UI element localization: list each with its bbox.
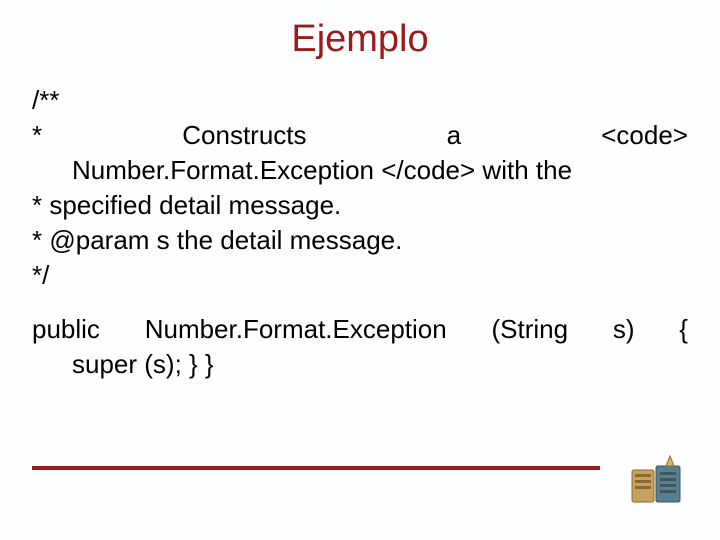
code-1b: Number.Format.Exception xyxy=(145,312,447,347)
doc-2c: a xyxy=(447,118,461,153)
code-1c: (String xyxy=(491,312,568,347)
doc-line-5: * @param s the detail message. xyxy=(32,223,688,258)
slide-title: Ejemplo xyxy=(32,18,688,61)
doc-2d: <code> xyxy=(601,118,688,153)
doc-2a: * xyxy=(32,118,42,153)
doc-line-6: */ xyxy=(32,258,688,293)
slide-content: /** * Constructs a <code> Number.Format.… xyxy=(32,83,688,382)
logo-icon xyxy=(626,452,690,510)
code-1d: s) xyxy=(613,312,635,347)
doc-line-4: * specified detail message. xyxy=(32,188,688,223)
code-line-1: public Number.Format.Exception (String s… xyxy=(32,312,688,347)
doc-line-3: Number.Format.Exception </code> with the xyxy=(32,153,688,188)
doc-line-2: * Constructs a <code> xyxy=(32,118,688,153)
code-1a: public xyxy=(32,312,100,347)
code-1e: { xyxy=(679,312,688,347)
code-line-2: super (s); } } xyxy=(32,347,688,382)
footer-divider xyxy=(32,466,600,470)
doc-2b: Constructs xyxy=(182,118,306,153)
doc-line-1: /** xyxy=(32,83,688,118)
